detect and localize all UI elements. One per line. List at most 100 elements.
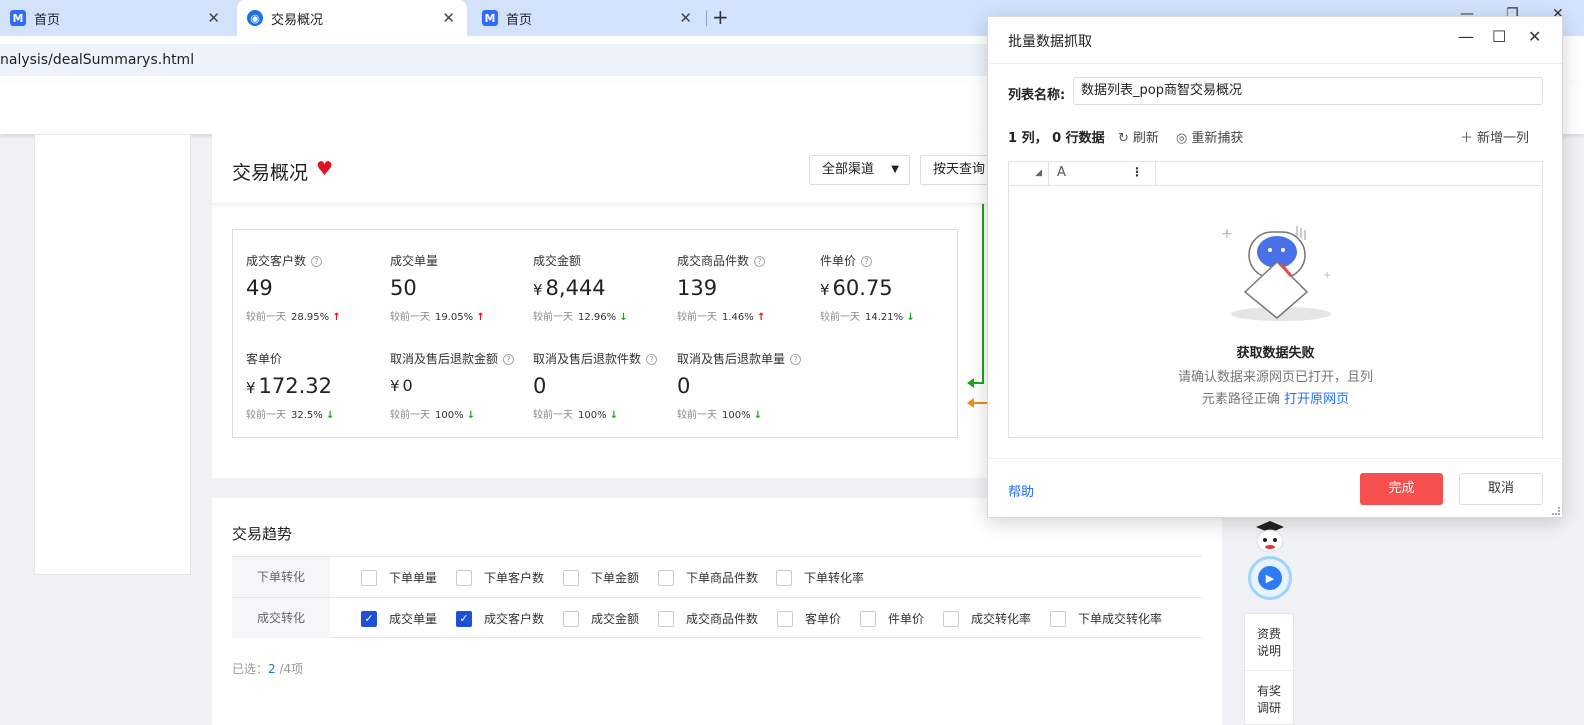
trend-checkbox-item[interactable]: 成交商品件数	[658, 610, 758, 627]
browser-tab-deal-summary[interactable]: ◉ 交易概况 ✕	[237, 0, 467, 36]
help-question-icon[interactable]: ?	[503, 354, 515, 365]
checkbox[interactable]	[658, 569, 674, 586]
metric-card: 成交商品件数? 139 较前一天 1.46% ↑	[677, 252, 817, 323]
compare-percent: 12.96%	[578, 312, 617, 323]
trend-checkbox-item[interactable]: 件单价	[860, 610, 924, 627]
trend-checkbox-item[interactable]: 下单成交转化率	[1050, 610, 1162, 627]
add-column-button[interactable]: ＋新增一列	[1460, 127, 1529, 146]
rows-cols-stat: 1 列， 0 行数据	[1008, 131, 1105, 146]
checkbox-label: 成交客户数	[484, 612, 545, 626]
checkbox[interactable]	[658, 610, 674, 627]
arrow-up-red-icon: ↑	[332, 312, 341, 323]
tab-close-icon[interactable]: ✕	[679, 9, 692, 27]
deal-trend-card: 交易趋势 下单转化 下单单量 下单客户数 下单金额 下单商品件数 下单转化率 成交转化 ✓ 成交…	[212, 498, 1222, 725]
checkbox[interactable]	[777, 610, 793, 627]
metric-value: ¥172.32	[246, 373, 386, 399]
close-icon[interactable]: ✕	[1528, 27, 1541, 46]
checkbox[interactable]: ✓	[456, 610, 472, 627]
metric-label: 成交单量	[390, 252, 530, 269]
metric-value-number: 60.75	[832, 276, 893, 300]
metric-compare: 较前一天 32.5% ↓	[246, 406, 386, 421]
trend-checkbox-item[interactable]: 成交金额	[563, 610, 639, 627]
channel-select[interactable]: 全部渠道 ▼	[809, 155, 910, 185]
column-header-label: A	[1057, 165, 1066, 180]
trend-checkbox-item[interactable]: ✓ 成交单量	[361, 610, 437, 627]
checkbox-label: 成交单量	[389, 612, 438, 626]
metric-value: 50	[390, 275, 530, 301]
checkbox[interactable]	[563, 569, 579, 586]
video-play-button[interactable]: ▶	[1248, 556, 1292, 600]
trend-checkbox-item[interactable]: ✓ 成交客户数	[456, 610, 544, 627]
select-all-corner-icon[interactable]: ◢	[1009, 162, 1049, 185]
maximize-icon[interactable]: ☐	[1492, 27, 1506, 46]
trend-checkbox-item[interactable]: 客单价	[777, 610, 841, 627]
checkbox[interactable]	[563, 610, 579, 627]
browser-tab-home-2[interactable]: M 首页 ✕	[472, 0, 704, 36]
mascot-graduate-icon[interactable]	[1246, 519, 1294, 559]
metric-value: ¥60.75	[820, 275, 960, 301]
help-question-icon[interactable]: ?	[861, 256, 873, 267]
compare-label: 较前一天	[390, 410, 430, 421]
empty-robot-illustration: + +	[1221, 226, 1331, 321]
metric-value: 0	[533, 373, 673, 399]
refresh-label: 刷新	[1132, 131, 1159, 146]
cancel-button[interactable]: 取消	[1459, 473, 1543, 505]
checkbox[interactable]	[1050, 610, 1066, 627]
fee-description-link[interactable]: 资费 说明	[1245, 614, 1293, 671]
metric-card: 客单价 ¥172.32 较前一天 32.5% ↓	[246, 350, 386, 421]
tab-close-icon[interactable]: ✕	[442, 9, 455, 27]
help-question-icon[interactable]: ?	[754, 256, 766, 267]
checkbox[interactable]	[361, 569, 377, 586]
metric-value-number: 0	[533, 374, 547, 398]
minimize-icon[interactable]: —	[1458, 27, 1474, 46]
metric-card: 成交金额 ¥8,444 较前一天 12.96% ↓	[533, 252, 673, 323]
metric-label-text: 取消及售后退款件数	[533, 352, 642, 366]
refresh-button[interactable]: ↻ 刷新	[1118, 127, 1159, 146]
survey-link[interactable]: 有奖 调研	[1245, 671, 1293, 725]
open-source-page-link[interactable]: 打开原网页	[1284, 392, 1349, 407]
checkbox[interactable]	[776, 569, 792, 586]
help-link[interactable]: 帮助	[1008, 481, 1034, 500]
help-question-icon[interactable]: ?	[311, 256, 323, 267]
new-tab-icon[interactable]: +	[712, 5, 729, 29]
compare-percent: 19.05%	[435, 312, 474, 323]
help-question-icon[interactable]: ?	[790, 354, 802, 365]
trend-checkbox-item[interactable]: 下单商品件数	[658, 569, 758, 586]
arrow-down-green-icon: ↓	[466, 410, 476, 421]
metric-value-number: 49	[246, 276, 273, 300]
checkbox[interactable]	[943, 610, 959, 627]
browser-tab-home-1[interactable]: M 首页 ✕	[0, 0, 232, 36]
metric-label: 取消及售后退款件数?	[533, 350, 673, 367]
metric-compare: 较前一天 28.95% ↑	[246, 308, 386, 323]
fee-description-label: 资费 说明	[1256, 627, 1281, 658]
trend-checkbox-item[interactable]: 下单单量	[361, 569, 437, 586]
checkbox[interactable]	[456, 569, 472, 586]
column-header-a[interactable]: A ⋮	[1049, 162, 1156, 185]
done-button[interactable]: 完成	[1360, 473, 1443, 505]
metrics-grid: 成交客户数? 49 较前一天 28.95% ↑ 成交单量 50 较前一天 19.05% ↑ 成交…	[232, 229, 958, 438]
trend-checkbox-item[interactable]: 下单客户数	[456, 569, 544, 586]
tab-close-icon[interactable]: ✕	[207, 9, 220, 27]
help-question-icon[interactable]: ?	[646, 354, 658, 365]
resize-handle-icon[interactable]	[1552, 507, 1560, 515]
compare-label: 较前一天	[677, 410, 717, 421]
checkbox[interactable]: ✓	[361, 610, 377, 627]
trend-checkbox-item[interactable]: 成交转化率	[943, 610, 1031, 627]
trend-checkbox-item[interactable]: 下单转化率	[776, 569, 864, 586]
favorite-heart-icon[interactable]: ♥	[316, 158, 333, 180]
metric-value-number: 0	[402, 376, 413, 395]
arrow-left-orange-icon	[967, 398, 974, 408]
column-menu-icon[interactable]: ⋮	[1131, 165, 1143, 179]
checkbox[interactable]	[860, 610, 876, 627]
metric-card: 取消及售后退款单量? 0 较前一天 100% ↓	[677, 350, 817, 421]
metric-compare: 较前一天 100% ↓	[390, 406, 530, 421]
trend-checkbox-item[interactable]: 下单金额	[563, 569, 639, 586]
metric-label: 成交金额	[533, 252, 673, 269]
compare-percent: 28.95%	[291, 312, 330, 323]
url-field[interactable]: nalysis/dealSummarys.html	[0, 44, 1000, 76]
checkbox-label: 下单单量	[389, 571, 438, 585]
recapture-button[interactable]: ◎ 重新捕获	[1176, 127, 1243, 146]
list-name-input[interactable]: 数据列表_pop商智交易概况	[1073, 77, 1543, 105]
currency-symbol: ¥	[820, 281, 830, 299]
tab-label: 首页	[506, 12, 533, 28]
